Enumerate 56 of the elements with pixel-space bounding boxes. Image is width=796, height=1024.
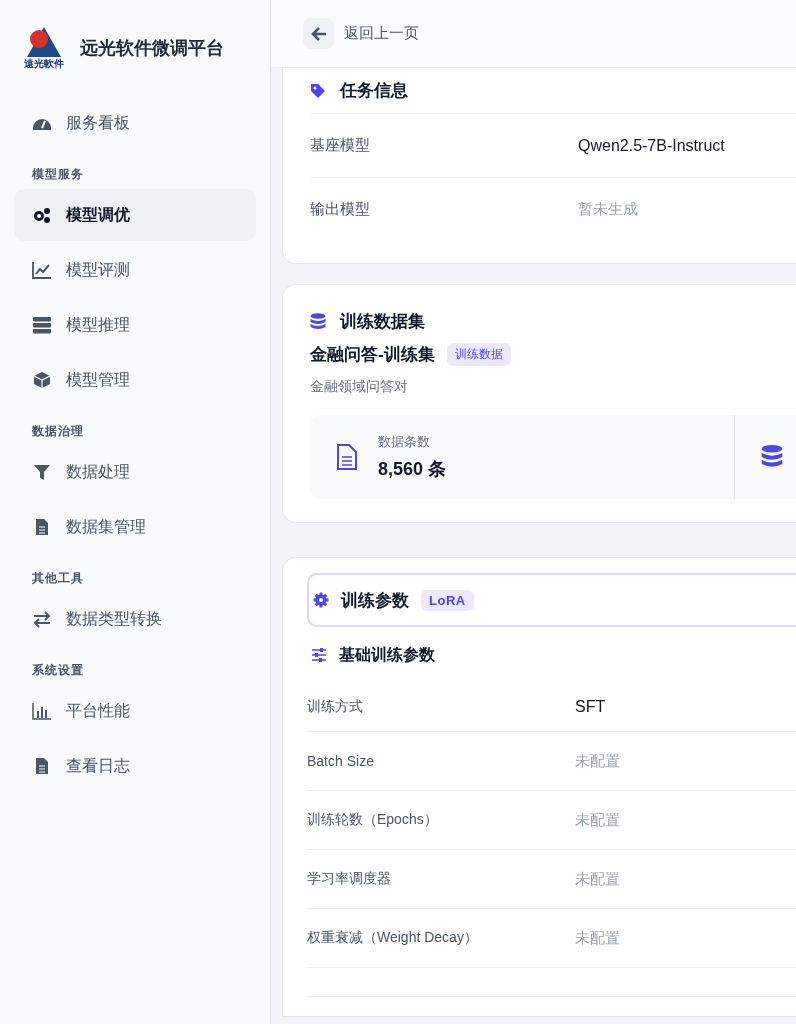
param-value: 未配置: [575, 928, 620, 948]
dataset-tag: 训练数据: [446, 343, 511, 366]
document-icon: [336, 444, 358, 470]
stat-label: 数据条数: [378, 433, 431, 451]
nav-item[interactable]: 数据集管理: [14, 501, 256, 553]
app-title: 远光软件微调平台: [80, 36, 224, 60]
logo-icon: [27, 26, 61, 57]
filter-icon: [32, 463, 52, 481]
sliders-icon: [311, 648, 327, 662]
dataset-name: 金融问答-训练集: [310, 344, 435, 366]
nav-item[interactable]: 模型评测: [14, 244, 256, 296]
param-value: 未配置: [575, 810, 620, 830]
param-label: 训练轮数（Epochs）: [307, 811, 439, 829]
line-chart-icon: [32, 261, 52, 279]
dataset-description: 金融领域问答对: [310, 378, 409, 396]
param-label: 训练方式: [307, 698, 364, 716]
nav-item[interactable]: 服务看板: [14, 97, 256, 149]
cube-icon: [32, 371, 52, 389]
database-icon: [310, 312, 326, 331]
nav-section-label: 模型服务: [31, 166, 85, 183]
param-value: 未配置: [575, 869, 620, 889]
card-title: 训练数据集: [340, 311, 425, 333]
nav-item[interactable]: 数据处理: [14, 446, 256, 498]
nav-item[interactable]: 模型管理: [14, 354, 256, 406]
param-label: 学习率调度器: [307, 870, 392, 888]
method-badge: LoRA: [421, 589, 474, 611]
swap-arrows-icon: [32, 610, 52, 628]
field-label: 输出模型: [310, 200, 371, 219]
database-icon: [761, 444, 783, 470]
nav-section-label: 数据治理: [31, 423, 85, 440]
nav-section-label: 系统设置: [31, 662, 85, 679]
param-label: 权重衰减（Weight Decay）: [307, 929, 479, 947]
left-arrow-icon: [310, 26, 327, 41]
server-icon: [32, 316, 52, 334]
card-title: 任务信息: [340, 80, 408, 102]
back-button[interactable]: [303, 18, 334, 49]
tag-icon: [310, 82, 326, 99]
section-title: 基础训练参数: [339, 644, 435, 665]
stat-value: 8,560 条: [378, 458, 447, 481]
bar-chart-icon: [32, 702, 52, 720]
nav-item[interactable]: 平台性能: [14, 685, 256, 737]
nav-item[interactable]: 查看日志: [14, 740, 256, 792]
nav-item[interactable]: 数据类型转换: [14, 593, 256, 645]
gear-icon: [313, 592, 329, 608]
nav-item[interactable]: 模型调优: [14, 189, 256, 241]
param-value: SFT: [575, 698, 606, 716]
logo-text: 遠光軟件: [24, 58, 64, 69]
param-value: 未配置: [575, 751, 620, 771]
gears-icon: [32, 206, 52, 224]
nav-section-label: 其他工具: [31, 570, 85, 587]
field-value: Qwen2.5-7B-Instruct: [578, 136, 725, 155]
param-label: Batch Size: [307, 753, 375, 769]
nav-item[interactable]: 模型推理: [14, 299, 256, 351]
field-label: 基座模型: [310, 136, 371, 155]
card-title: 训练参数: [341, 589, 409, 612]
back-link[interactable]: 返回上一页: [344, 24, 419, 43]
